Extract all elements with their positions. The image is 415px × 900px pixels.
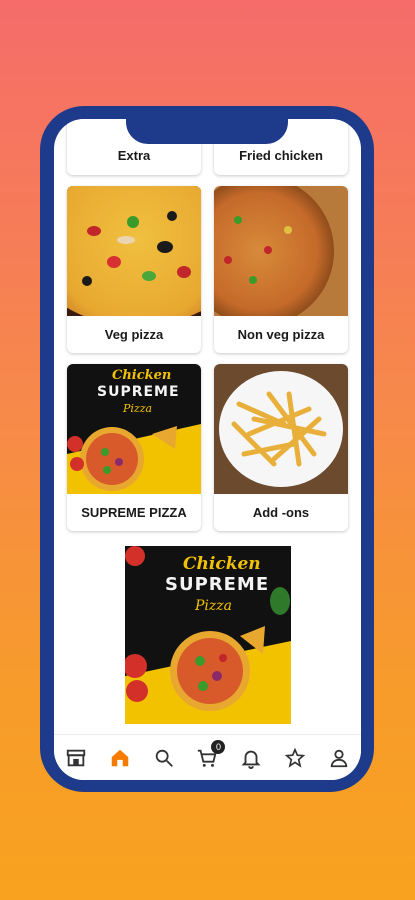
- poster-title-line2: SUPREME: [97, 384, 180, 400]
- promo-banner[interactable]: Chicken SUPREME Pizza: [125, 546, 291, 724]
- poster-title-line3: Pizza: [123, 402, 153, 415]
- promo-title-line3: Pizza: [195, 598, 232, 614]
- fries-plate: [219, 371, 343, 487]
- promo-title-line1: Chicken: [183, 554, 261, 574]
- bell-icon[interactable]: [237, 744, 265, 772]
- phone-notch: [126, 106, 288, 144]
- promo-title-line2: SUPREME: [165, 574, 270, 595]
- category-label: Add -ons: [252, 505, 310, 520]
- supreme-pizza-image: Chicken SUPREME Pizza: [67, 364, 201, 494]
- non-veg-pizza-image: [214, 186, 348, 316]
- category-card-veg-pizza[interactable]: Veg pizza: [67, 186, 201, 353]
- veg-pizza-image: [67, 186, 201, 316]
- category-label: Extra: [117, 148, 151, 163]
- category-label: Veg pizza: [104, 327, 164, 342]
- app-screen: Extra Fried chicken Veg pizza Non veg pi…: [54, 119, 361, 780]
- home-icon[interactable]: [106, 744, 134, 772]
- poster-title-line1: Chicken: [112, 368, 172, 383]
- category-card-supreme-pizza[interactable]: Chicken SUPREME Pizza SUPREME PIZZA: [67, 364, 201, 531]
- cart-icon[interactable]: 0: [193, 740, 226, 772]
- user-icon[interactable]: [325, 744, 353, 772]
- category-label: Fried chicken: [239, 148, 323, 163]
- category-label: SUPREME PIZZA: [81, 505, 187, 520]
- star-icon[interactable]: [281, 744, 309, 772]
- bottom-nav: 0: [54, 734, 361, 780]
- category-grid: Extra Fried chicken Veg pizza Non veg pi…: [54, 119, 361, 729]
- category-card-add-ons[interactable]: Add -ons: [214, 364, 348, 531]
- store-icon[interactable]: [62, 744, 90, 772]
- search-icon[interactable]: [150, 744, 178, 772]
- add-ons-image: [214, 364, 348, 494]
- category-card-non-veg-pizza[interactable]: Non veg pizza: [214, 186, 348, 353]
- category-label: Non veg pizza: [237, 327, 325, 342]
- cart-count-badge: 0: [211, 740, 226, 754]
